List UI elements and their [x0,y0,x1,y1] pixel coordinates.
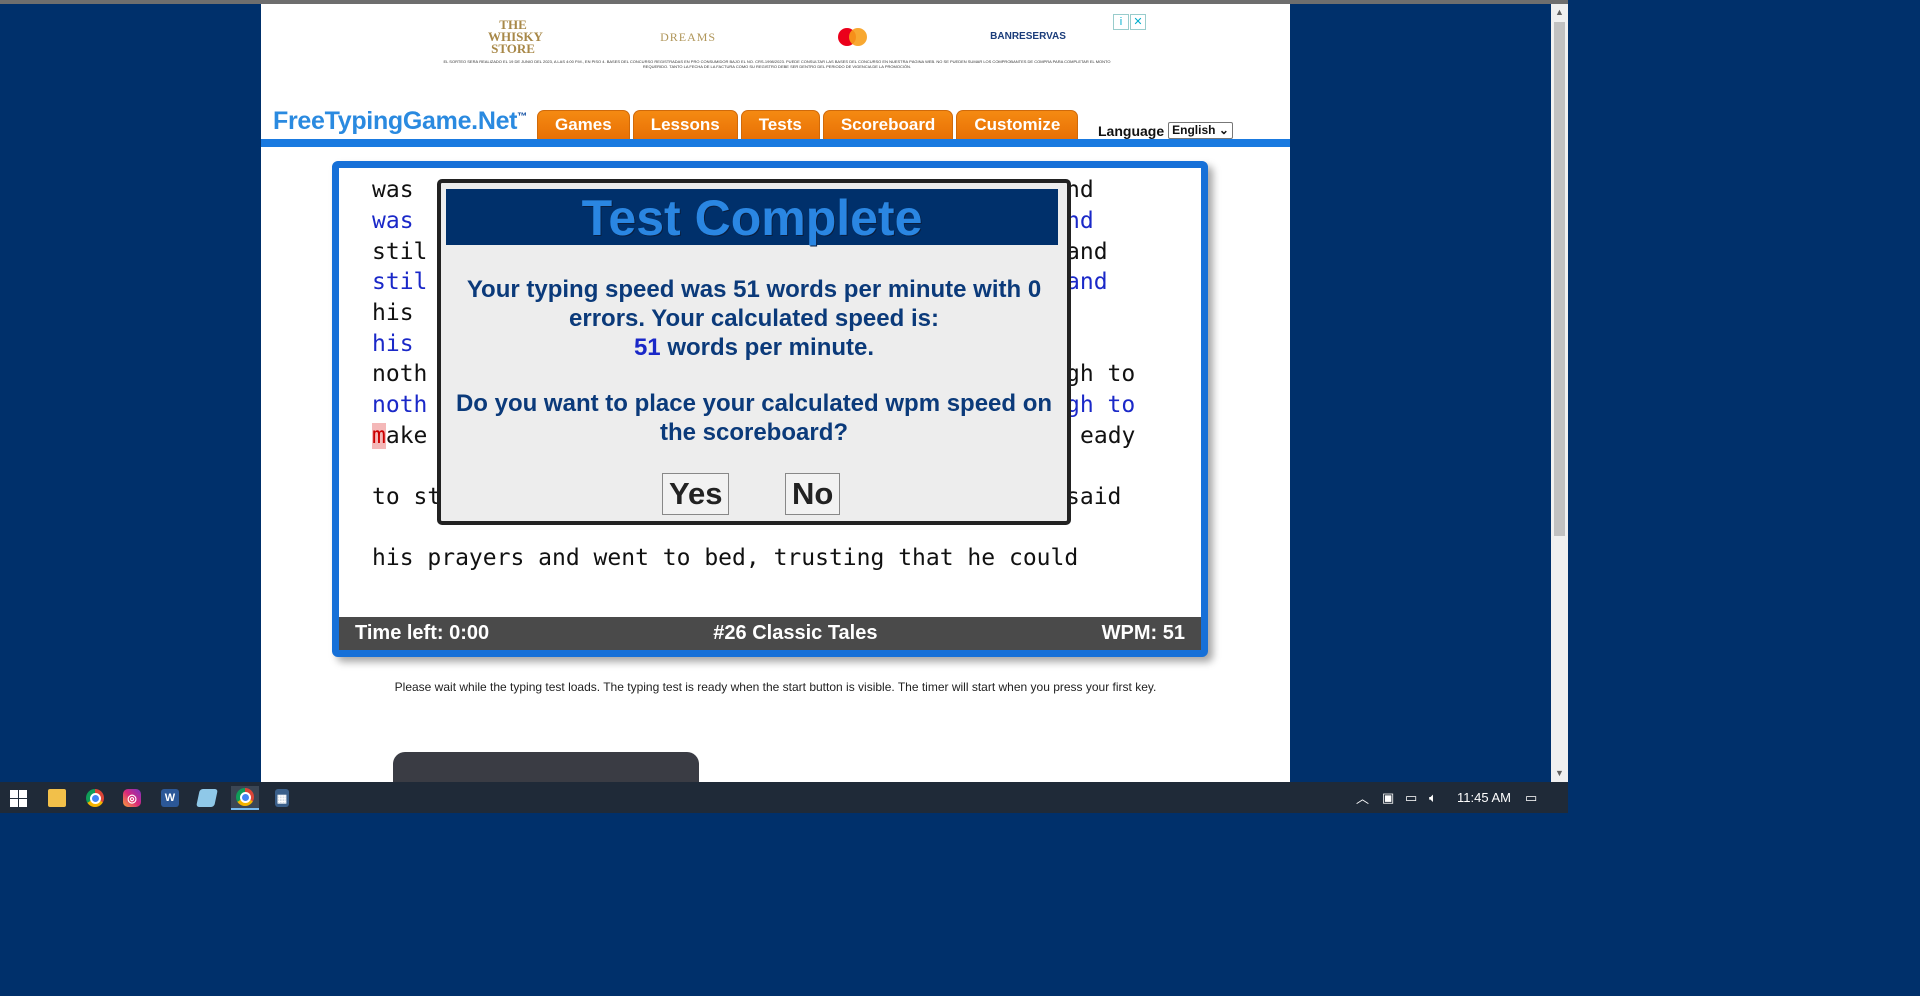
dialog-message: Your typing speed was 51 words per minut… [441,275,1067,362]
ad-fine-print: EL SORTEO SERÁ REALIZADO EL 19 DE JUNIO … [443,60,1111,69]
start-button[interactable] [4,786,32,810]
language-select[interactable]: English ⌄ [1168,122,1233,139]
folder-icon [48,789,66,807]
action-center[interactable]: ▭ [1525,782,1537,813]
speaker-icon: 🔈︎ [1429,789,1437,805]
ad-banner[interactable]: THE WHISKY STORE DREAMS BANRESERVAS EL S… [427,14,1127,80]
calculated-wpm: 51 [633,334,661,361]
calculator-icon: ▦ [275,789,289,807]
text-line: to st [372,484,442,510]
taskbar-calculator[interactable]: ▦ [268,786,296,810]
info-icon[interactable]: i [1113,14,1129,30]
close-icon[interactable]: ✕ [1130,14,1146,30]
language-selector: Language English ⌄ [1098,122,1233,139]
page-scrollbar[interactable]: ▲ ▼ [1551,4,1568,782]
typed-line: noth [372,392,428,418]
chrome-icon [86,789,104,807]
typing-cursor: m [372,423,386,449]
text-line-end: gh to [1066,361,1136,387]
ad-controls: i ✕ [1113,14,1146,30]
language-value: English [1172,123,1216,137]
text-line-end: said [1066,484,1122,510]
chevron-up-icon: ︿ [1356,791,1370,806]
dialog-message-text: Your typing speed was 51 words per minut… [466,276,1042,332]
main-nav: Games Lessons Tests Scoreboard Customize [537,110,1079,139]
text-line-end: and [1066,239,1108,265]
site-logo-text: FreeTypingGame.Net [273,107,518,135]
word-icon: W [161,789,179,807]
nav-tab-games[interactable]: Games [537,110,630,139]
scroll-up-arrow-icon[interactable]: ▲ [1551,4,1568,21]
chevron-down-icon: ⌄ [1218,123,1229,137]
no-button[interactable]: No [785,473,841,515]
text-line: his prayers and went to bed, trusting th… [372,545,1079,571]
show-hidden-icons[interactable]: ︿ [1356,782,1369,813]
test-name: #26 Classic Tales [713,622,878,644]
typed-line-end: gh to [1066,392,1136,418]
header-divider [261,139,1290,147]
language-label: Language [1098,122,1165,139]
taskbar-chrome-active[interactable] [231,786,259,810]
tray-volume[interactable]: 🔈︎ [1429,782,1437,813]
wpm-readout: WPM: 51 [1101,622,1185,644]
yes-button[interactable]: Yes [662,473,730,515]
start-panel [393,752,699,782]
notepad-icon [196,789,218,807]
current-line-text: ake [385,423,428,449]
nav-tab-lessons[interactable]: Lessons [632,110,738,139]
scroll-down-arrow-icon[interactable]: ▼ [1551,765,1568,782]
device-icon: ▣ [1382,789,1395,805]
dialog-question: Do you want to place your calculated wpm… [455,390,1053,446]
scroll-thumb[interactable] [1554,22,1565,536]
loading-note: Please wait while the typing test loads.… [394,680,1157,694]
instagram-icon: ◎ [123,789,141,807]
text-line: noth [372,361,428,387]
trademark: ™ [517,111,527,123]
test-complete-dialog: Test Complete Your typing speed was 51 w… [437,179,1071,525]
site-logo[interactable]: FreeTypingGame.Net™ [273,107,527,136]
ad-logo-banreservas: BANRESERVAS [990,31,1066,42]
tray-battery[interactable]: ▭ [1405,782,1417,813]
text-line: was [372,177,428,203]
taskbar-notepad[interactable] [193,786,221,810]
dialog-message-suffix: words per minute. [660,334,875,361]
tray-clock[interactable]: 11:45 AM [1457,782,1511,813]
taskbar-chrome[interactable] [81,786,109,810]
notification-icon: ▭ [1525,789,1538,805]
nav-tab-tests[interactable]: Tests [740,110,820,139]
nav-tab-scoreboard[interactable]: Scoreboard [822,110,954,139]
tray-device-icon[interactable]: ▣ [1382,782,1394,813]
windows-taskbar: ◎ W ▦ ︿ ▣ ▭ 🔈︎ 11:45 AM ▭ [0,782,1568,813]
typed-line: his [372,331,428,357]
taskbar-file-explorer[interactable] [43,786,71,810]
test-status-bar: Time left: 0:00 #26 Classic Tales WPM: 5… [339,617,1201,650]
text-line: his [372,300,428,326]
mastercard-logo-icon [838,28,868,46]
text-line: stil [372,239,428,265]
typed-line-end: and [1066,269,1108,295]
time-left: Time left: 0:00 [355,622,490,644]
windows-logo-icon [9,789,27,807]
typed-line: stil [372,269,428,295]
typed-line: was [372,208,428,234]
taskbar-instagram[interactable]: ◎ [118,786,146,810]
ad-logo-whisky-store: THE WHISKY STORE [488,17,543,56]
text-line-end: eady [1080,423,1136,449]
current-line: make [372,423,427,449]
ad-logo-dreams: DREAMS [660,30,717,44]
battery-icon: ▭ [1405,789,1418,805]
dialog-title: Test Complete [446,189,1058,246]
nav-tab-customize[interactable]: Customize [956,110,1079,139]
taskbar-word[interactable]: W [156,786,184,810]
chrome-icon [236,788,254,806]
